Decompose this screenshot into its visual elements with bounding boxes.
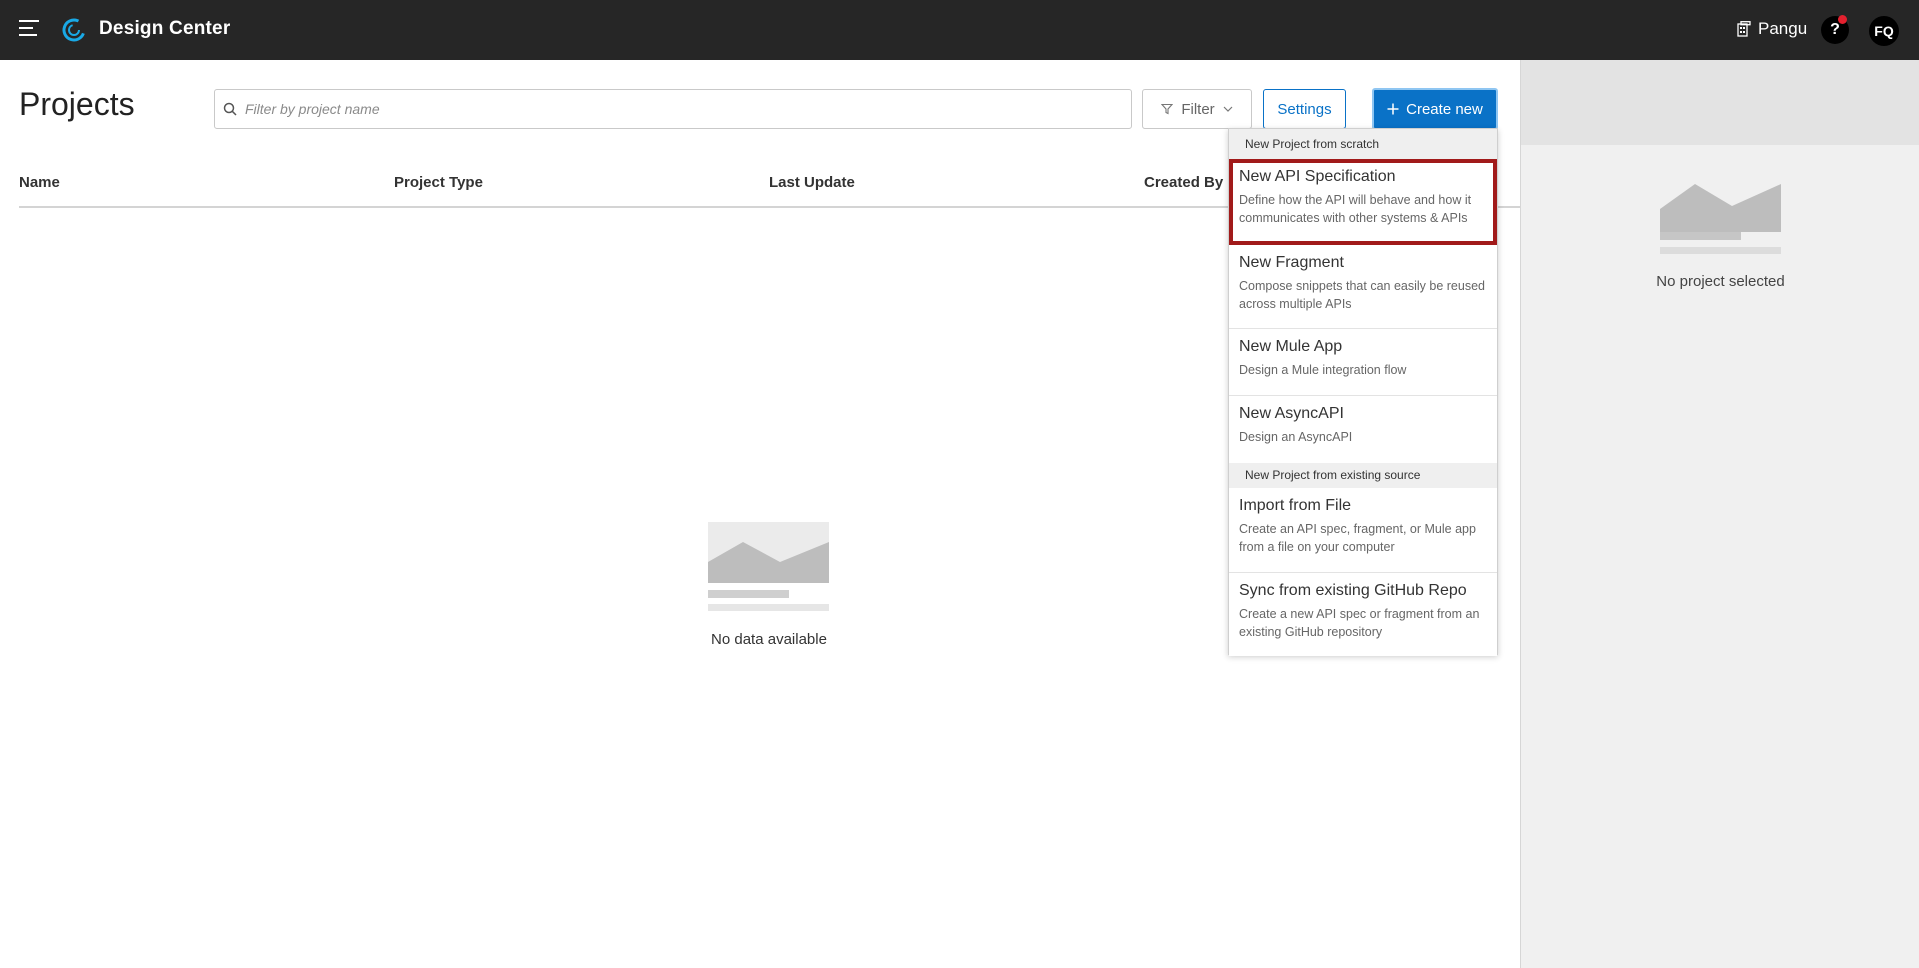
menu-item-description: Create an API spec, fragment, or Mule ap… (1239, 522, 1476, 554)
help-icon: ? (1830, 21, 1840, 38)
column-header-name[interactable]: Name (19, 174, 60, 191)
no-project-selected-text: No project selected (1656, 273, 1785, 290)
create-new-dropdown: New Project from scratch New API Specifi… (1228, 128, 1498, 656)
menu-item-title: Import from File (1239, 497, 1352, 514)
filter-label: Filter (1181, 100, 1215, 118)
filter-button[interactable]: Filter (1142, 89, 1252, 129)
user-avatar[interactable]: FQ (1869, 16, 1899, 46)
menu-item-import-from-file[interactable]: Import from File Create an API spec, fra… (1229, 488, 1497, 573)
search-box (214, 89, 1132, 129)
menu-item-title: New Fragment (1239, 254, 1344, 271)
menu-item-new-mule-app[interactable]: New Mule App Design a Mule integration f… (1229, 329, 1497, 396)
chevron-down-icon (1223, 106, 1233, 112)
dropdown-section-header: New Project from existing source (1229, 463, 1497, 488)
search-input[interactable] (245, 101, 1105, 117)
menu-item-title: Sync from existing GitHub Repo (1239, 582, 1467, 599)
organization-name: Pangu (1758, 19, 1808, 38)
hamburger-menu-icon[interactable] (19, 20, 39, 38)
settings-button[interactable]: Settings (1263, 89, 1346, 129)
menu-item-sync-from-github[interactable]: Sync from existing GitHub Repo Create a … (1229, 573, 1497, 656)
funnel-icon (1161, 103, 1174, 115)
plus-icon (1387, 103, 1399, 115)
create-new-label: Create new (1406, 100, 1483, 118)
project-details-panel: No project selected (1520, 60, 1919, 968)
organization-icon (1737, 21, 1751, 37)
empty-state-illustration (708, 522, 829, 611)
top-navigation-bar: Design Center Pangu ? FQ (0, 0, 1919, 60)
menu-item-title: New Mule App (1239, 338, 1343, 355)
no-selection-illustration (1660, 184, 1781, 254)
menu-item-title: New AsyncAPI (1239, 405, 1344, 422)
app-title: Design Center (99, 18, 231, 39)
page-title: Projects (19, 86, 135, 122)
create-new-button[interactable]: Create new (1372, 88, 1498, 130)
menu-item-description: Define how the API will behave and how i… (1239, 193, 1472, 225)
notification-dot (1838, 15, 1847, 24)
column-header-last-update[interactable]: Last Update (769, 174, 855, 191)
menu-item-title: New API Specification (1239, 168, 1396, 185)
menu-item-description: Design a Mule integration flow (1239, 363, 1407, 377)
details-panel-header (1521, 60, 1919, 145)
column-header-project-type[interactable]: Project Type (394, 174, 483, 191)
design-center-logo-icon (62, 18, 86, 42)
menu-item-description: Compose snippets that can easily be reus… (1239, 279, 1485, 311)
menu-item-new-asyncapi[interactable]: New AsyncAPI Design an AsyncAPI (1229, 396, 1497, 463)
organization-switcher[interactable]: Pangu (1737, 19, 1807, 39)
dropdown-section-header: New Project from scratch (1229, 129, 1497, 159)
menu-item-new-api-specification[interactable]: New API Specification Define how the API… (1229, 159, 1497, 245)
search-icon (223, 102, 237, 116)
menu-item-description: Create a new API spec or fragment from a… (1239, 607, 1480, 639)
menu-item-description: Design an AsyncAPI (1239, 430, 1353, 444)
empty-state-text: No data available (711, 631, 827, 648)
column-header-created-by[interactable]: Created By (1144, 174, 1223, 191)
menu-item-new-fragment[interactable]: New Fragment Compose snippets that can e… (1229, 245, 1497, 329)
